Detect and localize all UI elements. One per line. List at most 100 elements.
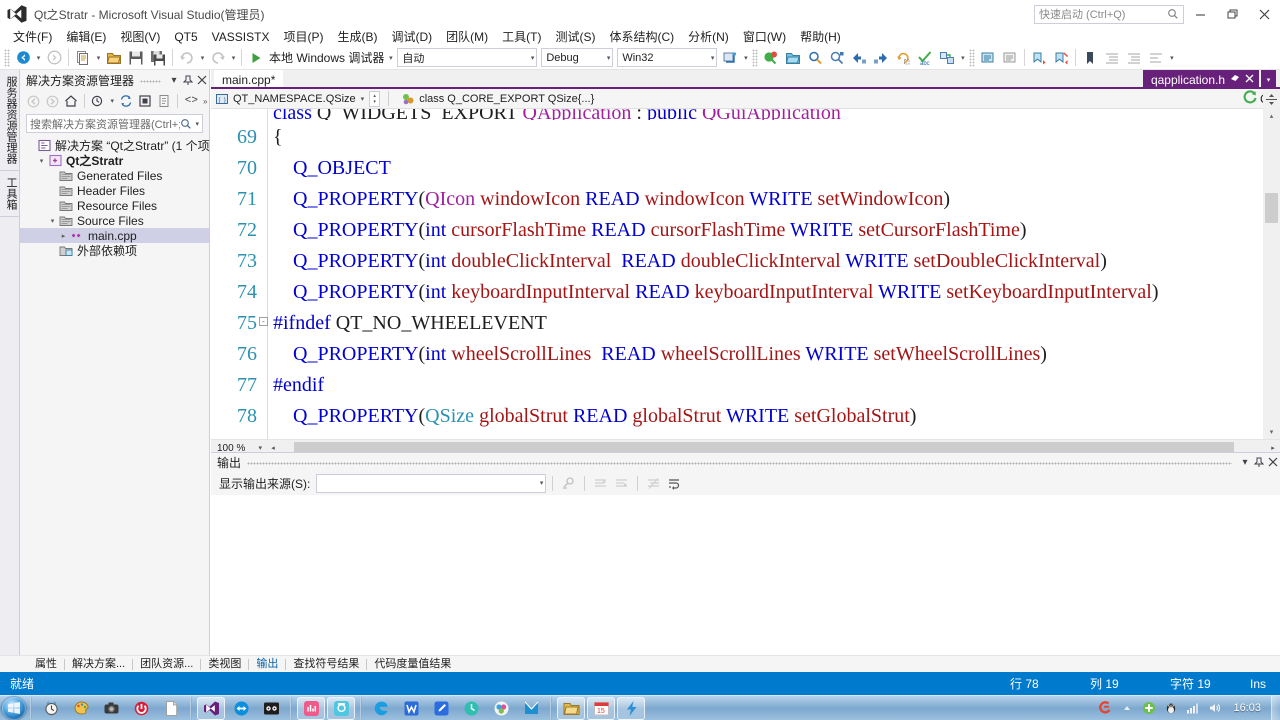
open-file-icon[interactable] [104,48,124,68]
home-icon[interactable] [62,92,80,111]
close-icon[interactable] [1245,74,1254,86]
navigation-spinner[interactable]: ▴ ▾ [369,90,381,107]
code-line-72[interactable]: 72 Q_PROPERTY(int cursorFlashTime READ c… [211,215,1280,246]
config-auto-combo[interactable]: 自动 ▾ [397,48,538,67]
refactor-dropdown-icon[interactable]: ▾ [958,48,967,68]
taskbar-clock[interactable]: 16:03 [1229,702,1265,714]
se-toolbar-overflow-icon[interactable]: » [201,92,209,111]
tree-item-5[interactable]: ▾ Source Files [20,213,209,228]
redo-icon[interactable] [208,48,228,68]
bottom-tab-4[interactable]: 输出 [249,656,285,672]
next-bookmark-icon[interactable] [1051,48,1071,68]
save-all-icon[interactable] [148,48,168,68]
code-line-68[interactable]: 68class Q_WIDGETS_EXPORT QApplication : … [211,109,1280,122]
tree-item-6[interactable]: ▸ main.cpp [20,228,209,243]
taskbar-item-media-app-icon[interactable] [487,697,515,720]
taskbar-item-power-tool-icon[interactable] [127,697,155,720]
code-line-78[interactable]: 78 Q_PROPERTY(QSize globalStrut READ glo… [211,401,1280,432]
taskbar-item-teamviewer-icon[interactable] [227,697,255,720]
taskbar-item-visual-studio-icon[interactable] [197,696,225,720]
close-button[interactable] [1248,0,1280,28]
toolbar-grip[interactable] [4,48,10,67]
undo-navigation-icon[interactable] [893,48,913,68]
tree-item-1[interactable]: ▾ Qt之Stratr [20,153,209,168]
menu-item-2[interactable]: 视图(V) [113,28,167,46]
navigate-forward-icon[interactable] [44,48,64,68]
menu-item-8[interactable]: 团队(M) [439,28,495,46]
bottom-tab-0[interactable]: 属性 [28,656,64,672]
chevron-down-icon[interactable]: ▾ [167,72,181,88]
start-debug-play-icon[interactable] [246,48,266,68]
config-platform-combo[interactable]: Win32 ▾ [617,48,718,67]
bottom-tab-1[interactable]: 解决方案... [65,656,132,672]
panel-drag-dots[interactable] [140,75,161,85]
code-line-71[interactable]: 71 Q_PROPERTY(QIcon windowIcon READ wind… [211,184,1280,215]
taskbar-item-teal-app-icon[interactable] [457,697,485,720]
code-line-73[interactable]: 73 Q_PROPERTY(int doubleClickInterval RE… [211,246,1280,277]
tree-item-3[interactable]: Header Files [20,183,209,198]
toolbar-grip-3[interactable] [969,48,976,67]
menu-item-7[interactable]: 调试(D) [384,28,439,46]
expander-icon[interactable]: ▸ [58,228,69,243]
taskbar-item-foxmail-icon[interactable] [517,697,545,720]
show-desktop-button[interactable] [1271,695,1280,720]
network-signal-icon[interactable] [1185,700,1201,716]
pending-changes-icon[interactable] [89,92,107,111]
taskbar-item-thunder-download-icon[interactable] [617,696,645,720]
menu-item-9[interactable]: 工具(T) [495,28,548,46]
undo-dropdown-icon[interactable]: ▾ [198,48,207,68]
scroll-up-icon[interactable]: ▴ [1263,109,1280,123]
bottom-tab-6[interactable]: 代码度量值结果 [367,656,458,672]
show-all-files-icon[interactable]: <> [182,92,200,111]
taskbar-item-calendar-app-icon[interactable]: 15 [587,696,615,720]
toolbar-overflow-icon[interactable]: ▾ [1167,48,1176,68]
pending-changes-dropdown-icon[interactable]: ▾ [108,92,116,111]
folder-icon[interactable] [783,48,803,68]
go-to-prev-icon[interactable] [849,48,869,68]
taskbar-item-text-document-icon[interactable] [157,697,185,720]
chevron-down-icon[interactable]: ▾ [1238,454,1252,470]
search-input[interactable]: 搜索解决方案资源管理器(Ctrl+;) ▾ [26,114,203,133]
comment-selection-icon[interactable] [978,48,998,68]
uncomment-selection-icon[interactable] [1000,48,1020,68]
bottom-tab-5[interactable]: 查找符号结果 [286,656,366,672]
sync-with-active-document-icon[interactable] [117,92,135,111]
taskbar-item-blue-note-icon[interactable] [427,697,455,720]
vertical-dock-tab-1[interactable]: 工具箱 [0,171,22,217]
chevron-down-icon[interactable]: ▾ [258,444,265,452]
menu-item-0[interactable]: 文件(F) [6,28,59,46]
taskbar-item-palette-tool-icon[interactable] [67,697,95,720]
code-editor[interactable]: 68class Q_WIDGETS_EXPORT QApplication : … [211,109,1280,439]
save-icon[interactable] [126,48,146,68]
toggle-bookmark-icon[interactable] [1080,48,1100,68]
windows-start-orb-icon[interactable] [2,696,26,720]
close-icon[interactable] [195,72,209,88]
code-line-74[interactable]: 74 Q_PROPERTY(int keyboardInputInterval … [211,277,1280,308]
taskbar-item-wps-writer-icon[interactable] [397,697,425,720]
taskbar-item-edge-browser-icon[interactable] [367,697,395,720]
editor-vertical-scrollbar[interactable]: ▴ ▾ [1263,109,1280,439]
taskbar-item-file-explorer-icon[interactable] [557,696,585,720]
show-hidden-icons-chevron[interactable] [1119,700,1135,716]
format-icon[interactable] [1146,48,1166,68]
config-debug-combo[interactable]: Debug ▾ [541,48,614,67]
navigate-back-dropdown-icon[interactable]: ▾ [34,48,43,68]
close-icon[interactable] [1266,454,1280,470]
chevron-down-icon[interactable]: ▾ [192,120,199,128]
solution-platforms-dropdown-icon[interactable]: ▾ [741,48,750,68]
go-to-next-message-icon[interactable] [612,474,631,493]
undo-icon[interactable] [177,48,197,68]
volume-speaker-icon[interactable] [1207,700,1223,716]
properties-icon[interactable] [155,92,173,111]
toggle-word-wrap-icon[interactable] [665,474,684,493]
menu-item-3[interactable]: QT5 [167,28,204,46]
bottom-tab-3[interactable]: 类视图 [201,656,248,672]
expander-icon[interactable]: ▾ [36,153,47,168]
output-content[interactable] [211,495,1280,655]
increase-indent-icon[interactable] [1102,48,1122,68]
restore-button[interactable] [1216,0,1248,28]
menu-item-10[interactable]: 测试(S) [548,28,602,46]
taskbar-item-cyan-app-icon[interactable] [327,696,355,720]
new-project-icon[interactable] [73,48,93,68]
redo-dropdown-icon[interactable]: ▾ [229,48,238,68]
